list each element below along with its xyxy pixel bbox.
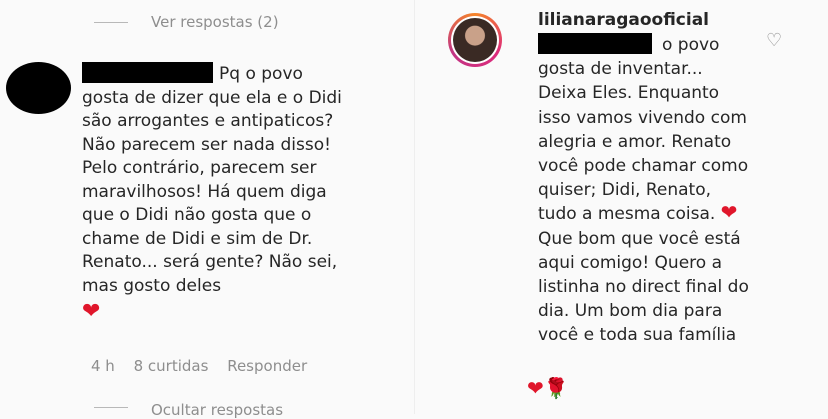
heart-emoji: ❤	[82, 299, 101, 324]
reply-comment-text: o povo gosta de inventar... Deixa Eles. …	[538, 33, 753, 348]
divider	[414, 0, 415, 414]
comment-time: 4 h	[91, 357, 115, 375]
reply-body-2: Que bom que você está aqui comigo! Quero…	[538, 228, 749, 346]
redacted-mention	[538, 33, 652, 54]
avatar-photo	[453, 18, 497, 62]
avatar-frame	[451, 16, 499, 64]
avatar[interactable]	[448, 13, 502, 67]
comment-text: Pq o povo gosta de dizer que ela e o Did…	[82, 62, 352, 326]
view-replies-line	[94, 22, 128, 23]
view-replies-button[interactable]: Ver respostas (2)	[151, 13, 279, 31]
reply-button[interactable]: Responder	[227, 357, 307, 375]
comment-body: Pq o povo gosta de dizer que ela e o Did…	[82, 64, 342, 296]
heart-emoji: ❤	[527, 376, 544, 400]
comment-meta: 4 h 8 curtidas Responder	[91, 357, 321, 375]
avatar[interactable]	[6, 62, 71, 114]
heart-outline-icon[interactable]: ♡	[766, 30, 782, 51]
heart-emoji: ❤	[720, 200, 738, 225]
redacted-username	[82, 62, 213, 83]
hide-replies-line	[94, 407, 128, 408]
reply-body: o povo gosta de inventar... Deixa Eles. …	[538, 35, 749, 225]
hide-replies-button[interactable]: Ocultar respostas	[151, 403, 283, 418]
username[interactable]: lilianaragaooficial	[538, 10, 709, 30]
rose-emoji: 🌹	[543, 376, 569, 400]
emoji-row: ❤🌹	[527, 374, 569, 402]
likes-count[interactable]: 8 curtidas	[134, 357, 209, 375]
